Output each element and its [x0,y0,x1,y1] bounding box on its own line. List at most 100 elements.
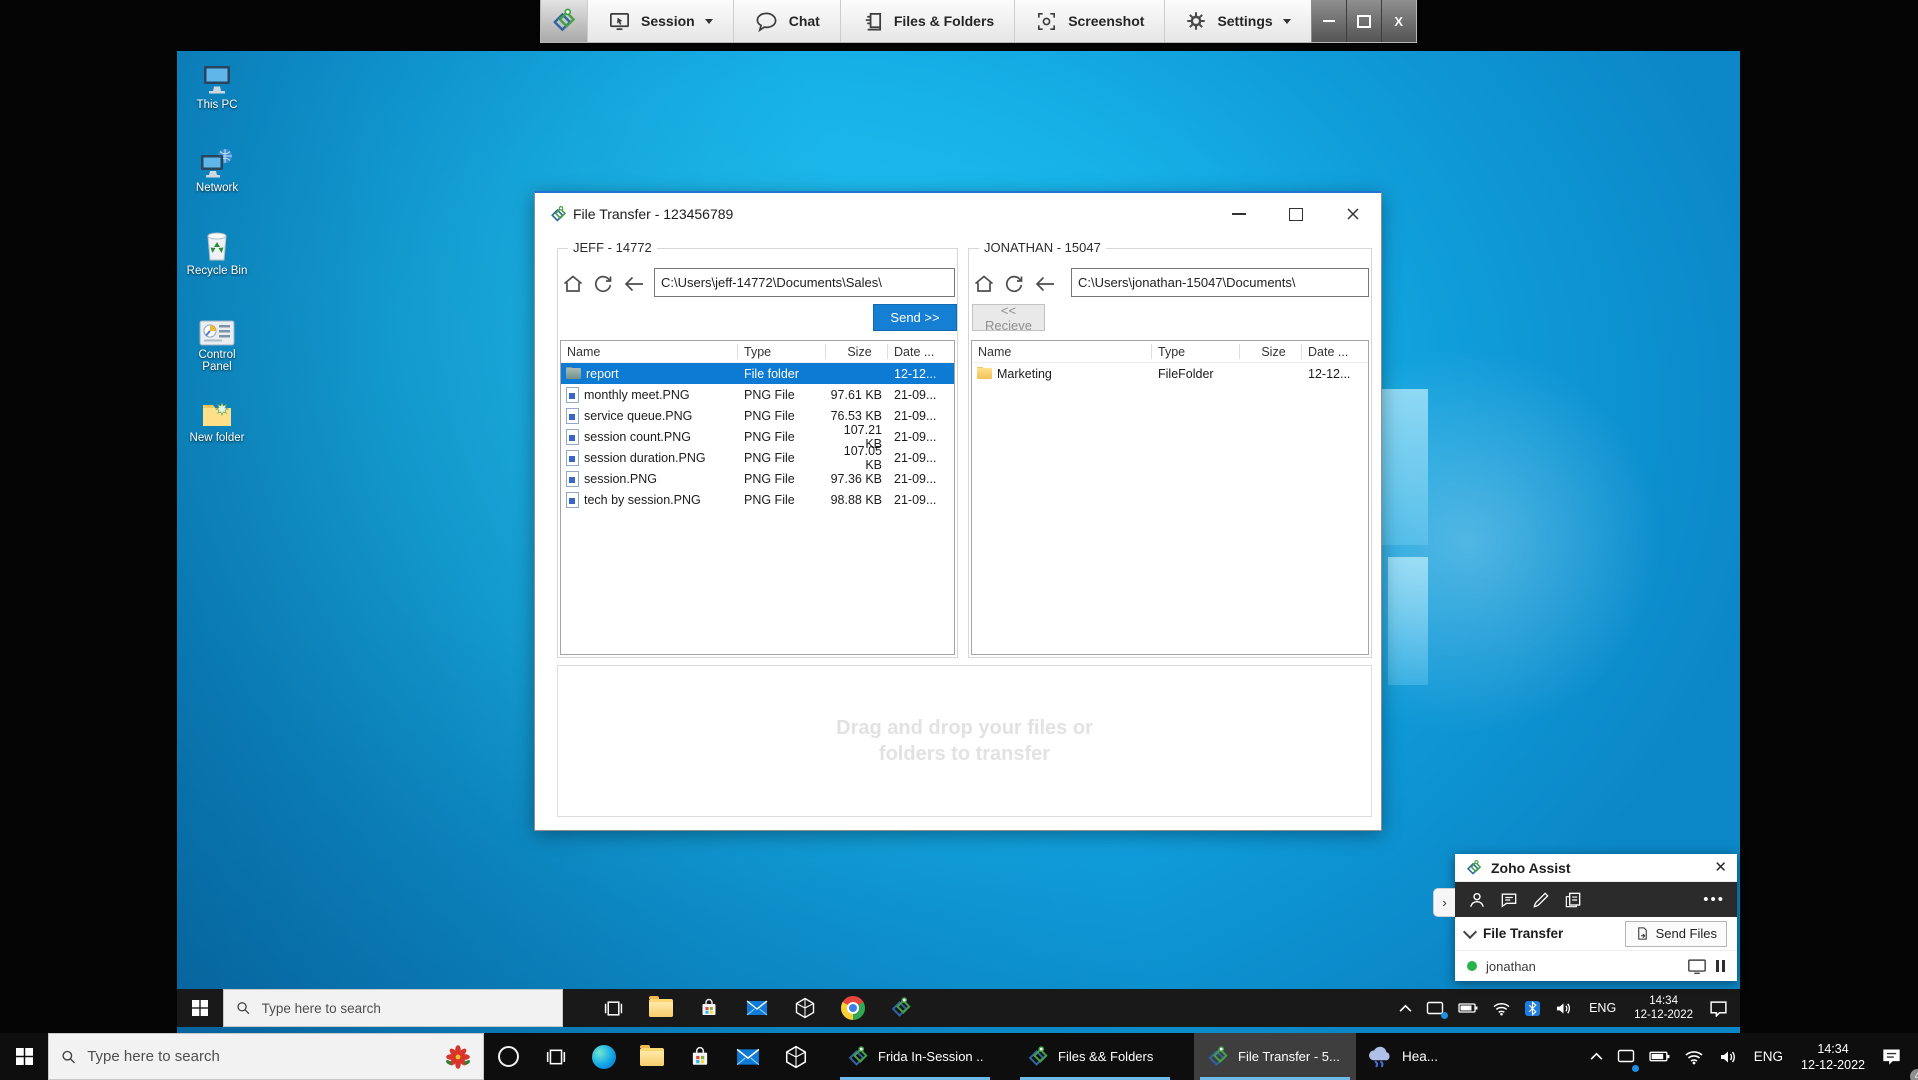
column-header-date[interactable]: Date ... [888,344,954,359]
poinsettia-flower-icon [445,1044,471,1070]
toolbar-maximize-button[interactable] [1346,0,1381,42]
local-3d-viewer-button[interactable] [772,1033,820,1080]
send-files-button[interactable]: Send Files [1625,921,1727,947]
tray-chevron-up-icon[interactable] [1392,989,1419,1027]
wifi-icon[interactable] [1677,1033,1711,1080]
toolbar-close-button[interactable]: X [1381,0,1416,42]
back-button[interactable] [1033,272,1057,296]
local-task-view-button[interactable] [532,1033,580,1080]
drag-drop-zone[interactable]: Drag and drop your files or folders to t… [557,665,1372,817]
remote-task-view-button[interactable] [589,989,637,1027]
desktop-icon-recycle-bin[interactable]: Recycle Bin [184,224,250,277]
toolbar-minimize-button[interactable] [1312,0,1346,42]
weather-widget-button[interactable]: Hea... [1356,1033,1448,1080]
remote-clock[interactable]: 14:34 12-12-2022 [1625,994,1702,1022]
toolbar-session-button[interactable]: Session [587,0,733,42]
taskbar-app-file-transfer[interactable]: File Transfer - 5... [1194,1033,1356,1080]
toolbar-settings-button[interactable]: Settings [1164,0,1310,42]
remote-start-button[interactable] [177,989,223,1027]
cortana-button[interactable] [484,1033,532,1080]
refresh-button[interactable] [591,272,615,296]
column-header-type[interactable]: Type [1152,344,1240,359]
file-row[interactable]: tech by session.PNG PNG File 98.88 KB 21… [561,489,954,510]
battery-icon[interactable] [1451,989,1485,1027]
dialog-minimize-button[interactable] [1228,205,1250,223]
more-options-icon[interactable]: ••• [1703,896,1725,904]
column-header-size[interactable]: Size [1240,344,1302,359]
taskbar-app-frida-session[interactable]: Frida In-Session ... [834,1033,996,1080]
remote-path-input[interactable] [1071,268,1369,297]
remote-3d-viewer-button[interactable] [781,989,829,1027]
recycle-bin-icon [184,224,250,262]
file-row[interactable]: session duration.PNG PNG File 107.05 KB … [561,447,954,468]
remote-mail-button[interactable] [733,989,781,1027]
action-center-icon[interactable] [1702,989,1740,1027]
column-header-name[interactable]: Name [972,344,1152,359]
local-search-input[interactable] [85,1047,436,1066]
local-clock[interactable]: 14:34 12-12-2022 [1792,1041,1874,1073]
toolbar-screenshot-button[interactable]: Screenshot [1014,0,1164,42]
send-button[interactable]: Send >> [873,304,957,331]
desktop-icon-control-panel[interactable]: Control Panel [184,308,250,373]
dialog-title-bar[interactable]: File Transfer - 123456789 [535,193,1381,235]
local-search-box[interactable] [48,1033,484,1080]
local-store-button[interactable] [676,1033,724,1080]
assist-logo-tile[interactable] [541,0,587,42]
local-language-indicator[interactable]: ENG [1745,1049,1792,1064]
file-row[interactable]: Marketing FileFolder 12-12... [972,363,1368,384]
file-row[interactable]: monthly meet.PNG PNG File 97.61 KB 21-09… [561,384,954,405]
remote-zoho-assist-button[interactable] [877,989,925,1027]
local-mail-button[interactable] [724,1033,772,1080]
desktop-icon-new-folder[interactable]: New folder [184,391,250,444]
local-path-input[interactable] [654,268,955,297]
remote-chrome-button[interactable] [829,989,877,1027]
widget-collapse-tab[interactable]: › [1433,888,1455,917]
column-header-date[interactable]: Date ... [1302,344,1368,359]
action-center-icon[interactable]: 4 [1874,1033,1918,1080]
desktop-icon-network[interactable]: Network [184,141,250,194]
local-file-explorer-button[interactable] [628,1033,676,1080]
local-start-button[interactable] [0,1033,48,1080]
tray-chevron-up-icon[interactable] [1583,1033,1610,1080]
dialog-close-button[interactable] [1342,205,1364,223]
chevron-down-icon[interactable] [1463,925,1477,939]
wifi-icon[interactable] [1485,989,1518,1027]
widget-close-button[interactable]: ✕ [1714,860,1727,875]
speaker-icon[interactable] [1547,989,1580,1027]
receive-button[interactable]: << Recieve [972,304,1045,331]
toolbar-files-folders-button[interactable]: Files & Folders [840,0,1014,42]
monitor-icon[interactable] [1687,958,1707,975]
taskbar-app-files-folders[interactable]: Files && Folders [1014,1033,1176,1080]
screen-share-icon[interactable] [1419,989,1451,1027]
annotate-button[interactable] [1531,890,1551,910]
speaker-icon[interactable] [1711,1033,1745,1080]
bluetooth-icon[interactable] [1518,989,1547,1027]
home-button[interactable] [972,272,996,296]
pause-button[interactable] [1716,960,1725,972]
clipboard-button[interactable] [1563,890,1583,910]
chat-button[interactable] [1499,890,1519,910]
column-header-type[interactable]: Type [738,344,826,359]
file-row[interactable]: report File folder 12-12... [561,363,954,384]
participants-button[interactable] [1467,890,1487,910]
remote-search-input[interactable] [260,1000,550,1017]
column-header-name[interactable]: Name [561,344,738,359]
remote-store-button[interactable] [685,989,733,1027]
back-button[interactable] [622,272,646,296]
toolbar-chat-button[interactable]: Chat [733,0,840,42]
home-button[interactable] [561,272,585,296]
screen-share-icon[interactable] [1610,1033,1642,1080]
refresh-button[interactable] [1002,272,1026,296]
file-row[interactable]: service queue.PNG PNG File 76.53 KB 21-0… [561,405,954,426]
file-row[interactable]: session count.PNG PNG File 107.21 KB 21-… [561,426,954,447]
column-header-size[interactable]: Size [826,344,888,359]
battery-icon[interactable] [1642,1033,1677,1080]
file-row[interactable]: session.PNG PNG File 97.36 KB 21-09... [561,468,954,489]
desktop-icon-this-pc[interactable]: This PC [184,58,250,111]
edge-button[interactable] [580,1033,628,1080]
remote-search-box[interactable] [223,989,563,1027]
remote-language-indicator[interactable]: ENG [1580,1001,1625,1015]
remote-file-explorer-button[interactable] [637,989,685,1027]
dialog-maximize-button[interactable] [1285,205,1307,223]
cube-icon [785,1045,807,1069]
